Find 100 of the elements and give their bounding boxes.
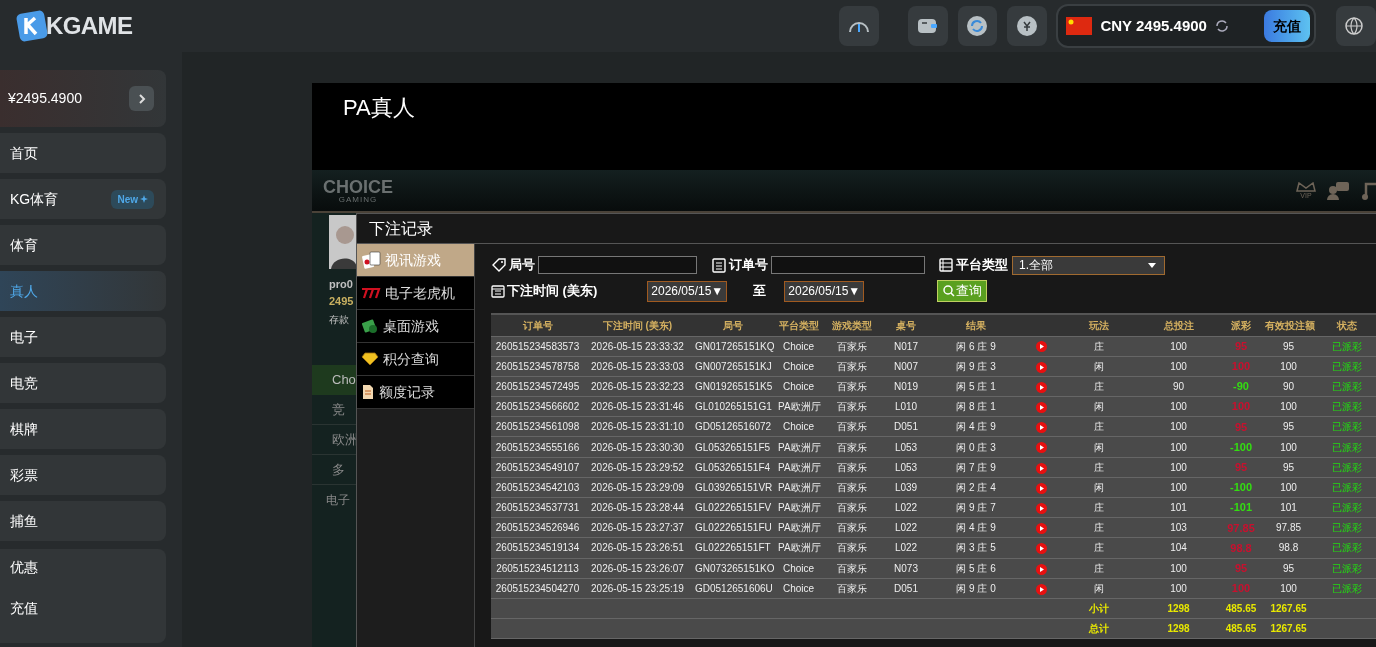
date-from-select[interactable]: 2026/05/15▼	[647, 280, 728, 302]
table-cell: 2026-05-15 23:30:30	[584, 436, 691, 458]
lobby-text: 2495	[328, 293, 355, 309]
sidebar-item[interactable]: 优惠	[10, 557, 166, 578]
music-note-icon[interactable]	[1362, 180, 1376, 201]
round-input-field[interactable]	[538, 256, 697, 274]
play-icon[interactable]	[1035, 502, 1047, 514]
sidebar-item[interactable]: 真人	[0, 271, 166, 311]
table-cell: GL039265151VR	[691, 477, 774, 498]
play-icon[interactable]	[1035, 583, 1047, 595]
table-cell: 2026-05-15 23:29:52	[584, 457, 691, 478]
table-cell: 100	[1261, 396, 1316, 417]
table-cell: 闲	[1061, 436, 1136, 458]
table-cell: 闲 5 庄 6	[931, 558, 1021, 579]
table-cell: GN017265151KQ	[691, 336, 774, 357]
sidebar-item[interactable]: 电子	[0, 317, 166, 357]
play-icon[interactable]	[1035, 422, 1047, 434]
menu-item[interactable]: 额度记录	[357, 376, 474, 409]
currency-exchange-icon[interactable]	[1007, 6, 1047, 46]
table-cell: 100	[1261, 356, 1316, 377]
sidebar-item[interactable]: 棋牌	[0, 409, 166, 449]
wallet-icon[interactable]	[908, 6, 948, 46]
table-cell: GN073265151KO	[691, 558, 774, 579]
lobby-text: 电子	[325, 492, 351, 509]
lobby-text: 存款	[328, 313, 350, 327]
table-cell: N007	[881, 356, 931, 377]
table-cell: 97.85	[1261, 517, 1316, 538]
refresh-icon[interactable]	[1214, 19, 1229, 33]
menu-item[interactable]: 桌面游戏	[357, 310, 474, 343]
table-cell: 1267.65	[1261, 598, 1316, 619]
sidebar-item[interactable]: 电竞	[0, 363, 166, 403]
recharge-button[interactable]: 充值	[1264, 10, 1311, 42]
table-cell: 260515234526946	[491, 517, 584, 538]
play-icon[interactable]	[1035, 402, 1047, 413]
table-cell: 百家乐	[823, 517, 881, 538]
table-cell: 已派彩	[1316, 356, 1376, 377]
date-to-select[interactable]: 2026/05/15▼	[784, 280, 865, 302]
speed-gauge-icon[interactable]	[839, 6, 879, 46]
sidebar-item[interactable]: 充值	[10, 598, 166, 619]
play-icon[interactable]	[1035, 341, 1047, 353]
to-label: 至	[753, 282, 767, 301]
table-cell: 90	[1261, 376, 1316, 397]
table-cell: 100	[1136, 457, 1221, 478]
sidebar-item[interactable]: 彩票	[0, 455, 166, 495]
table-cell: 已派彩	[1316, 416, 1376, 437]
play-icon[interactable]	[1035, 482, 1047, 494]
table-cell: 2026-05-15 23:31:10	[584, 416, 691, 437]
table-cell: 已派彩	[1316, 376, 1376, 397]
table-cell: L053	[881, 436, 931, 458]
sidebar-item[interactable]: 首页	[0, 133, 166, 173]
sidebar-item[interactable]: 捕鱼	[0, 501, 166, 541]
column-header: 下注时间 (美东)	[584, 315, 691, 336]
search-icon	[942, 285, 955, 297]
document-icon	[361, 384, 375, 400]
table-cell: 485.65	[1221, 598, 1261, 619]
column-header: 玩法	[1061, 315, 1136, 336]
table-cell: 100	[1136, 477, 1221, 498]
crown-icon[interactable]	[1296, 182, 1316, 192]
table-cell: 小计	[1061, 598, 1136, 619]
table-cell: PA欧洲厅	[774, 396, 823, 417]
table-cell: 庄	[1061, 376, 1136, 397]
table-cell: 101	[1261, 497, 1316, 518]
menu-item[interactable]: 积分查询	[357, 343, 474, 376]
column-header: 平台类型	[774, 315, 823, 336]
table-cell: 100	[1136, 578, 1221, 599]
sidebar-item[interactable]: 体育	[0, 225, 166, 265]
chat-support-icon[interactable]	[1326, 180, 1350, 201]
sidebar-item[interactable]: KG体育 New	[0, 179, 166, 219]
table-cell: 2026-05-15 23:33:03	[584, 356, 691, 377]
table-cell: D051	[881, 416, 931, 437]
table-cell: 闲 5 庄 1	[931, 376, 1021, 397]
table-cell: 2026-05-15 23:32:23	[584, 376, 691, 397]
table-cell: 闲 9 庄 3	[931, 356, 1021, 377]
payout-amount: 95	[1234, 420, 1248, 433]
play-icon[interactable]	[1035, 381, 1047, 393]
table-cell: 已派彩	[1316, 457, 1376, 478]
globe-icon[interactable]	[1336, 6, 1376, 46]
game-logo: CHOICE	[323, 177, 393, 196]
menu-item[interactable]: 电子老虎机	[357, 277, 474, 310]
play-icon[interactable]	[1035, 563, 1047, 575]
platform-select[interactable]: 1.全部	[1012, 255, 1165, 275]
game-logo-subtitle: GAMING	[338, 195, 378, 204]
chevron-right-icon[interactable]	[129, 86, 154, 111]
table-cell: 已派彩	[1316, 497, 1376, 518]
table-cell: L022	[881, 497, 931, 518]
table-cell: N017	[881, 336, 931, 357]
column-header: 局号	[691, 315, 774, 336]
play-icon[interactable]	[1035, 543, 1047, 555]
play-icon[interactable]	[1035, 442, 1047, 454]
refresh-icon[interactable]	[957, 6, 998, 46]
play-icon[interactable]	[1035, 462, 1047, 474]
play-icon[interactable]	[1035, 523, 1047, 535]
table-cell: 庄	[1061, 416, 1136, 437]
platform-label: 平台类型	[956, 256, 1008, 275]
dialog-title: 下注记录	[369, 218, 433, 239]
table-cell: 2026-05-15 23:27:37	[584, 517, 691, 538]
table-cell: L010	[881, 396, 931, 417]
play-icon[interactable]	[1035, 361, 1047, 373]
order-input-field[interactable]	[771, 256, 925, 274]
table-cell: 庄	[1061, 517, 1136, 538]
